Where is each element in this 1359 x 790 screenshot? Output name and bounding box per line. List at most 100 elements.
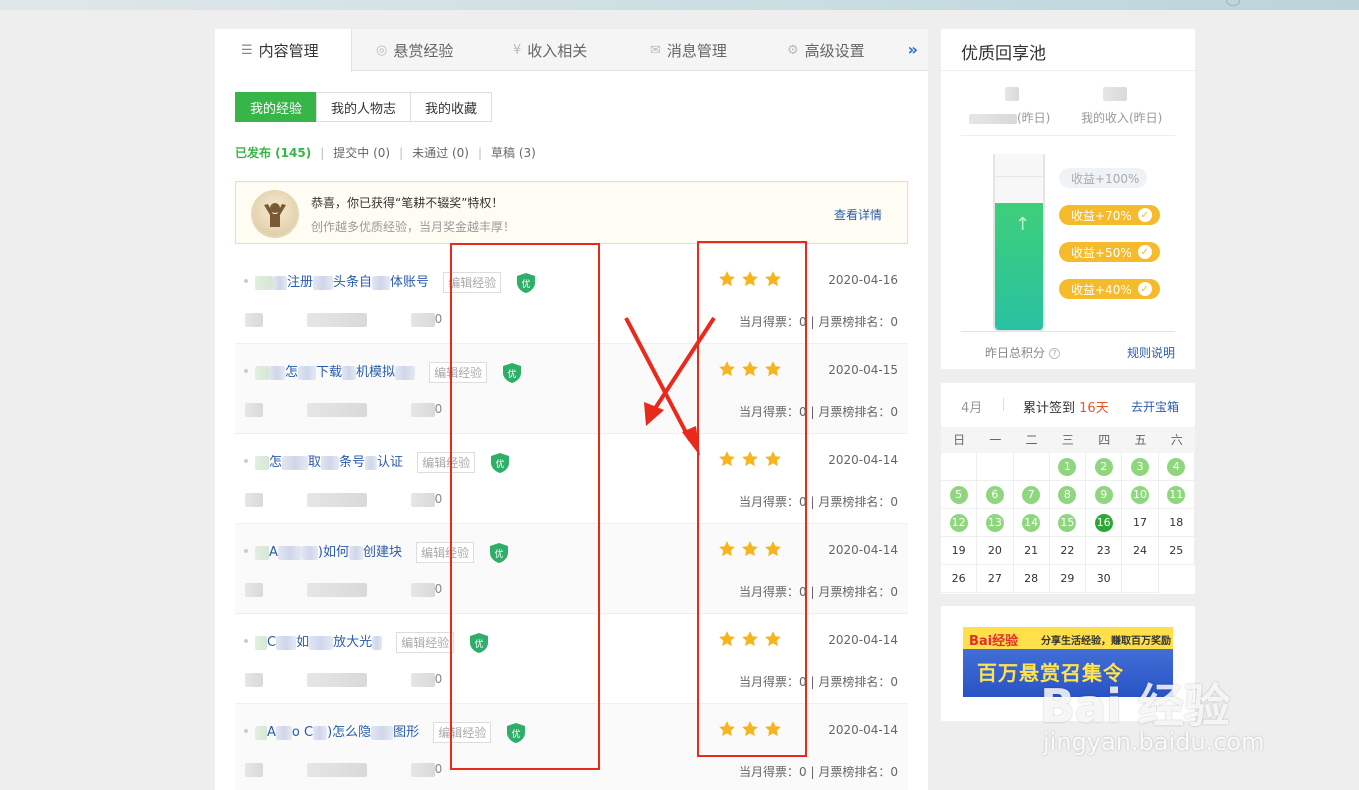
item-date: 2020-04-14 xyxy=(828,543,898,557)
calendar-day xyxy=(941,453,978,481)
weekday-label: 三 xyxy=(1061,433,1074,447)
weekday-label: 一 xyxy=(989,433,1002,447)
calendar-day[interactable]: 20 xyxy=(977,537,1014,565)
tab-messages[interactable]: ✉ 消息管理 xyxy=(650,29,727,71)
weekday-label: 六 xyxy=(1170,433,1183,447)
item-votes: 当月得票：0 | 月票榜排名：0 xyxy=(739,765,898,779)
gear-icon: ⚙ xyxy=(787,42,799,58)
subtab-my-profiles[interactable]: 我的人物志 xyxy=(316,92,412,122)
filter-drafts[interactable]: 草稿 (3) xyxy=(491,144,536,161)
level-40: 收益+40% ✓ xyxy=(1059,279,1160,299)
calendar-day[interactable]: 18 xyxy=(1158,509,1195,537)
level-70: 收益+70% ✓ xyxy=(1059,205,1160,225)
calendar-day[interactable]: 10 xyxy=(1122,481,1159,509)
view-details-link[interactable]: 查看详情 xyxy=(834,206,882,223)
calendar-day[interactable]: 25 xyxy=(1158,537,1195,565)
open-treasure-link[interactable]: 去开宝箱 xyxy=(1131,398,1179,415)
award-notice: 恭喜，你已获得“笔耕不辍奖”特权！ 创作越多优质经验，当月奖金越丰厚！ 查看详情 xyxy=(235,181,908,244)
calendar-day[interactable]: 28 xyxy=(1013,565,1050,593)
weekday-label: 二 xyxy=(1025,433,1038,447)
weekday-label: 四 xyxy=(1098,433,1111,447)
ad-slogan: 分享生活经验，赚取百万奖励 xyxy=(1041,636,1171,647)
signin-calendar: 4月 累计签到 16天 去开宝箱 日一二三四五六 1 2 3 4 5 6 7 8 9 10 11 12… xyxy=(941,383,1195,594)
annotation-arrows xyxy=(624,316,716,456)
calendar-day[interactable]: 9 xyxy=(1086,481,1123,509)
calendar-day[interactable]: 4 xyxy=(1158,453,1195,481)
item-date: 2020-04-15 xyxy=(828,363,898,377)
item-meta: 0 xyxy=(245,402,442,417)
help-icon[interactable]: ? xyxy=(1049,348,1061,359)
check-icon: ✓ xyxy=(1137,282,1152,296)
tab-content-management[interactable]: ☰ 内容管理 xyxy=(215,29,352,72)
calendar-day[interactable]: 19 xyxy=(941,537,978,565)
calendar-day[interactable]: 16 xyxy=(1086,509,1123,537)
watermark-url: jingyan.baidu.com xyxy=(1043,728,1265,756)
rules-link[interactable]: 规则说明 xyxy=(1127,344,1175,361)
list-icon: ☰ xyxy=(241,43,253,58)
weekday-header: 日一二三四五六 xyxy=(941,427,1195,453)
calendar-day[interactable]: 8 xyxy=(1049,481,1087,509)
calendar-day[interactable]: 3 xyxy=(1122,453,1159,481)
calendar-day[interactable]: 2 xyxy=(1086,453,1123,481)
level-100: 收益+100% xyxy=(1059,168,1148,188)
quality-pool-panel: 优质回享池 (昨日) 我的收入(昨日) ↑ 收益+100% 收益+70% ✓ 收益… xyxy=(941,29,1195,369)
calendar-day[interactable]: 11 xyxy=(1158,481,1195,509)
item-meta: 0 xyxy=(245,492,442,507)
annotation-box-edit xyxy=(450,243,600,770)
sub-tabs: 我的经验 我的人物志 我的收藏 xyxy=(235,92,493,122)
level-50: 收益+50% ✓ xyxy=(1059,242,1160,262)
subtab-my-favorites[interactable]: 我的收藏 xyxy=(410,92,493,122)
bullet xyxy=(244,279,248,283)
watermark-brand: Bai 经验 xyxy=(1040,679,1230,733)
calendar-days: 1 2 3 4 5 6 7 8 9 10 11 12 13 14 15 16 17 18 19 20 21 22 23 24 2… xyxy=(941,453,1195,593)
calendar-day xyxy=(1013,453,1050,481)
tab-income[interactable]: ¥ 收入相关 xyxy=(513,29,587,71)
calendar-day[interactable]: 14 xyxy=(1013,509,1050,537)
bullet xyxy=(244,459,248,463)
item-meta: 0 xyxy=(245,672,442,687)
tab-advanced-settings[interactable]: ⚙ 高级设置 xyxy=(787,29,865,71)
calendar-day[interactable]: 6 xyxy=(977,481,1014,509)
check-icon: ✓ xyxy=(1137,245,1152,259)
item-date: 2020-04-16 xyxy=(828,273,898,287)
calendar-day[interactable]: 24 xyxy=(1122,537,1159,565)
item-meta: 0 xyxy=(245,582,442,597)
item-meta: 0 xyxy=(245,762,442,777)
item-date: 2020-04-14 xyxy=(828,453,898,467)
filter-rejected[interactable]: 未通过 (0) xyxy=(412,144,469,161)
calendar-day[interactable]: 30 xyxy=(1086,565,1123,593)
calendar-day[interactable]: 23 xyxy=(1086,537,1123,565)
calendar-day[interactable]: 7 xyxy=(1013,481,1050,509)
edit-experience-button[interactable]: 编辑经验 xyxy=(396,632,455,653)
yen-icon: ¥ xyxy=(513,42,522,58)
filter-pending[interactable]: 提交中 (0) xyxy=(333,144,390,161)
baidu-logo: Bai经验 xyxy=(969,634,1019,649)
mail-icon: ✉ xyxy=(650,42,661,58)
main-tabs: ☰ 内容管理 ◎ 悬赏经验 ¥ 收入相关 ✉ 消息管理 ⚙ 高级设置 » xyxy=(215,29,928,72)
calendar-day[interactable]: 1 xyxy=(1049,453,1087,481)
calendar-day xyxy=(1122,565,1159,593)
calendar-day[interactable]: 26 xyxy=(941,565,978,593)
calendar-day[interactable]: 5 xyxy=(941,481,978,509)
tab-reward[interactable]: ◎ 悬赏经验 xyxy=(376,29,453,71)
calendar-day[interactable]: 12 xyxy=(941,509,978,537)
calendar-day[interactable]: 15 xyxy=(1049,509,1087,537)
notice-subtitle: 创作越多优质经验，当月奖金越丰厚！ xyxy=(311,220,516,234)
subtab-my-experience[interactable]: 我的经验 xyxy=(235,92,318,122)
calendar-day[interactable]: 29 xyxy=(1049,565,1087,593)
bullet xyxy=(244,549,248,553)
calendar-day[interactable]: 17 xyxy=(1122,509,1159,537)
calendar-day[interactable]: 22 xyxy=(1049,537,1087,565)
calendar-month: 4月 xyxy=(961,401,983,416)
pool-level-tube: ↑ xyxy=(993,154,1045,332)
more-tabs-button[interactable]: » xyxy=(908,40,918,59)
award-badge-icon xyxy=(251,190,299,238)
arrow-up-icon: ↑ xyxy=(1015,214,1031,235)
filter-published[interactable]: 已发布 (145) xyxy=(235,144,311,161)
signin-total: 累计签到 16天 xyxy=(1023,401,1109,416)
calendar-day[interactable]: 21 xyxy=(1013,537,1050,565)
bullet xyxy=(244,729,248,733)
calendar-day[interactable]: 27 xyxy=(977,565,1014,593)
calendar-day[interactable]: 13 xyxy=(977,509,1014,537)
reward-icon: ◎ xyxy=(376,42,388,58)
